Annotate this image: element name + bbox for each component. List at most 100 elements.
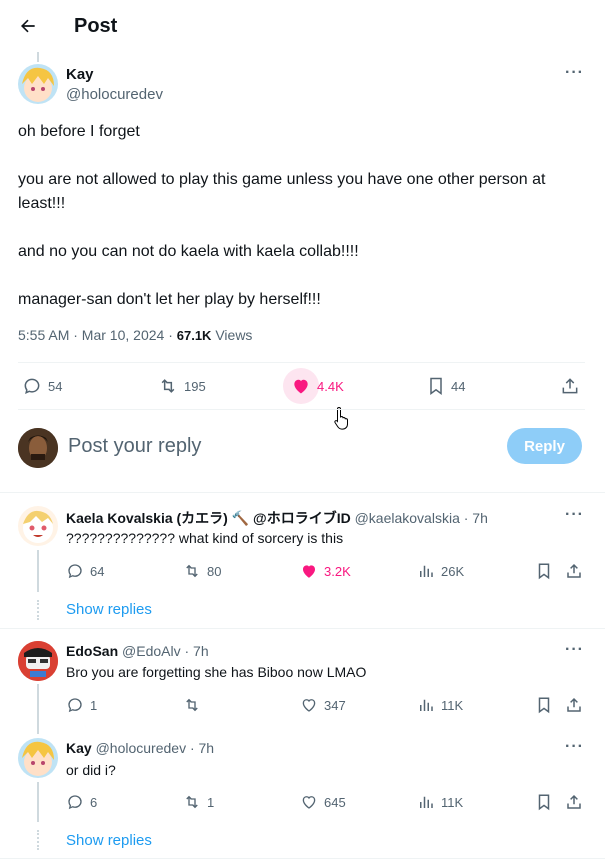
post-line: you are not allowed to play this game un…: [18, 171, 546, 212]
avatar[interactable]: [18, 738, 58, 778]
views-button[interactable]: 26K: [417, 562, 464, 580]
reply-icon: [68, 795, 82, 810]
share-icon[interactable]: [565, 696, 583, 714]
bookmark-button[interactable]: 44: [427, 376, 465, 396]
reply-author-name[interactable]: Kaela Kovalskia (カエラ) 🔨 @ホロライブID: [66, 510, 351, 526]
bookmark-icon[interactable]: [536, 793, 552, 811]
repost-button[interactable]: [183, 696, 207, 714]
avatar[interactable]: [18, 506, 58, 546]
heart-icon: [302, 699, 316, 712]
back-arrow-icon[interactable]: [18, 16, 38, 36]
reply-author-handle[interactable]: @EdoAlv · 7h: [122, 643, 209, 659]
views-count: 11K: [441, 697, 464, 713]
like-count: 347: [324, 697, 346, 713]
divider: [18, 409, 585, 410]
bookmark-icon[interactable]: [536, 562, 552, 580]
repost-icon: [186, 564, 198, 578]
thread-connector: [37, 550, 39, 592]
like-button[interactable]: 4.4K: [291, 376, 344, 396]
reply-count: 1: [90, 697, 98, 713]
author-handle[interactable]: @holocuredev: [66, 86, 163, 103]
more-options-icon[interactable]: ···: [565, 64, 584, 82]
reply-icon: [68, 564, 82, 579]
reply-count: 54: [48, 378, 63, 394]
author-name[interactable]: Kay: [66, 66, 94, 83]
mouse-cursor-icon: [333, 406, 351, 435]
views-label: Views: [211, 327, 253, 343]
repost-count: 195: [184, 378, 206, 394]
reply-input[interactable]: Post your reply: [68, 435, 201, 458]
analytics-icon: [420, 565, 433, 577]
show-replies-link[interactable]: Show replies: [66, 601, 152, 618]
reply-author-line: EdoSan @EdoAlv · 7h: [66, 643, 209, 659]
more-options-icon[interactable]: ···: [565, 738, 584, 756]
page-title: Post: [74, 15, 118, 37]
reply-icon: [68, 698, 82, 713]
repost-icon: [186, 698, 198, 712]
like-button[interactable]: 3.2K: [300, 562, 351, 580]
repost-icon: [186, 795, 198, 809]
repost-icon: [161, 379, 175, 393]
analytics-icon: [420, 699, 433, 711]
reply-button[interactable]: 54: [22, 376, 62, 396]
repost-button[interactable]: 1: [183, 793, 214, 811]
repost-button[interactable]: 80: [183, 562, 221, 580]
thread-connector: [37, 684, 39, 734]
reply-author-handle[interactable]: @holocuredev · 7h: [96, 740, 215, 756]
user-avatar[interactable]: [18, 428, 58, 468]
reply-text: Bro you are forgetting she has Biboo now…: [66, 664, 367, 680]
post-line: manager-san don't let her play by hersel…: [18, 291, 321, 308]
analytics-icon: [420, 796, 433, 808]
reply-button[interactable]: 1: [66, 696, 97, 714]
thread-dots: [37, 830, 39, 850]
share-icon[interactable]: [565, 793, 583, 811]
reply-button[interactable]: 6: [66, 793, 97, 811]
reply-icon: [24, 378, 40, 394]
header-bar: Post: [0, 0, 605, 52]
divider: [0, 492, 605, 493]
avatar[interactable]: [18, 64, 58, 104]
repost-count: 1: [207, 794, 215, 810]
reply-text: or did i?: [66, 762, 116, 778]
reply-author-line: Kay @holocuredev · 7h: [66, 740, 214, 756]
avatar[interactable]: [18, 641, 58, 681]
reply-submit-button[interactable]: Reply: [507, 428, 582, 464]
show-replies-link[interactable]: Show replies: [66, 832, 152, 849]
reply-author-handle[interactable]: @kaelakovalskia · 7h: [355, 510, 488, 526]
divider: [0, 858, 605, 859]
reply-button[interactable]: 64: [66, 562, 104, 580]
views-count: 26K: [441, 563, 465, 579]
views-button[interactable]: 11K: [417, 793, 463, 811]
more-options-icon[interactable]: ···: [565, 506, 584, 524]
views-count: 67.1K: [176, 328, 212, 343]
bookmark-icon[interactable]: [536, 696, 552, 714]
like-count: 645: [324, 794, 346, 810]
share-icon[interactable]: [560, 376, 580, 396]
divider: [18, 362, 585, 363]
reply-submit-label: Reply: [524, 437, 565, 455]
thread-connector: [37, 782, 39, 822]
bookmark-icon: [430, 377, 442, 395]
more-options-icon[interactable]: ···: [565, 641, 584, 659]
post-line: oh before I forget: [18, 123, 140, 140]
share-icon[interactable]: [565, 562, 583, 580]
reply-author-name[interactable]: EdoSan: [66, 643, 118, 659]
post-line: and no you can not do kaela with kaela c…: [18, 243, 359, 260]
like-button[interactable]: 645: [300, 793, 346, 811]
repost-button[interactable]: 195: [158, 376, 206, 396]
repost-count: 80: [207, 563, 222, 579]
reply-author-name[interactable]: Kay: [66, 740, 92, 756]
divider: [0, 628, 605, 629]
post-timestamp[interactable]: 5:55 AM · Mar 10, 2024 ·: [18, 327, 177, 343]
heart-filled-icon: [294, 379, 308, 394]
post-text: oh before I forget you are not allowed t…: [18, 120, 583, 312]
heart-icon: [302, 796, 316, 809]
reply-count: 64: [90, 563, 105, 579]
thread-connector: [37, 52, 39, 62]
reply-author-line: Kaela Kovalskia (カエラ) 🔨 @ホロライブID @kaelak…: [66, 508, 488, 528]
like-button[interactable]: 347: [300, 696, 346, 714]
views-button[interactable]: 11K: [417, 696, 463, 714]
like-count: 4.4K: [317, 378, 344, 394]
heart-filled-icon: [303, 565, 315, 578]
post-meta: 5:55 AM · Mar 10, 2024 · 67.1K Views: [18, 327, 252, 343]
